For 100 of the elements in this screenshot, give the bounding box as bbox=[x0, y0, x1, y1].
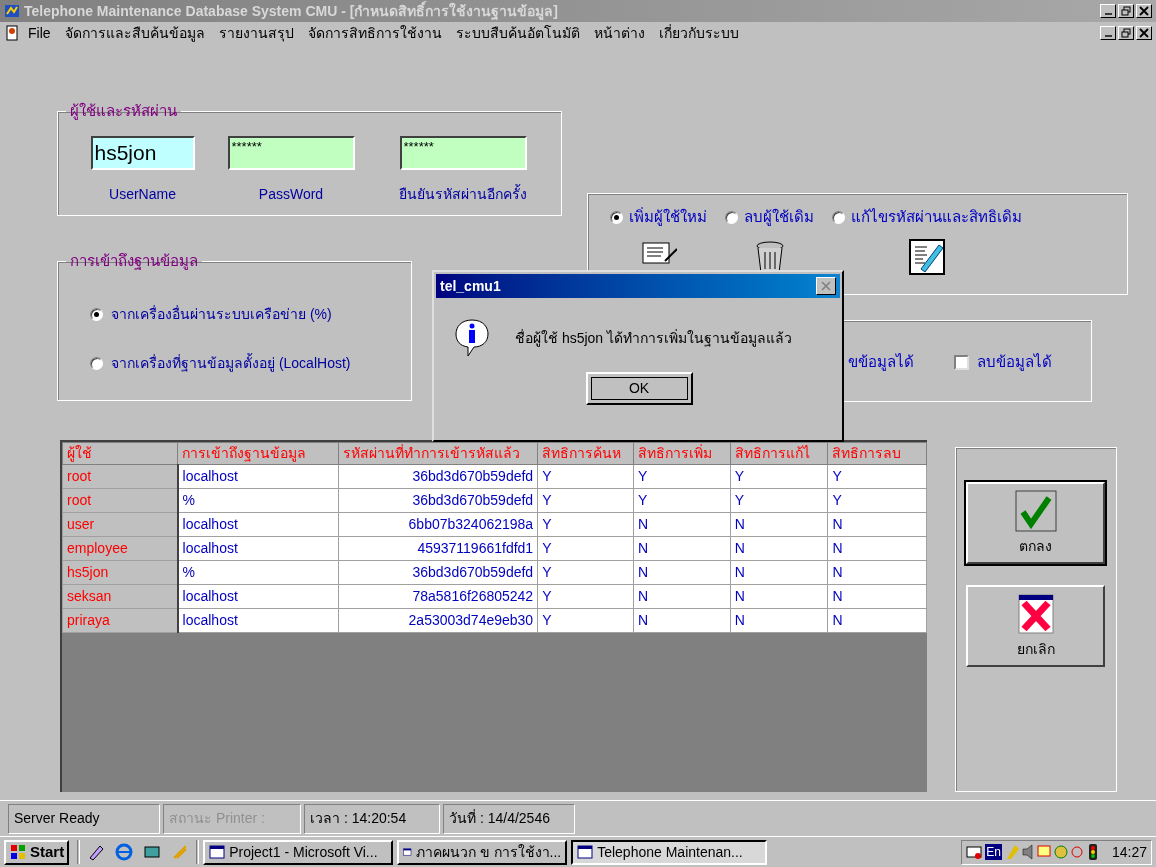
table-cell: root bbox=[62, 464, 178, 489]
table-cell: Y bbox=[537, 584, 634, 609]
column-header: รหัสผ่านที่ทำการเข้ารหัสแล้ว bbox=[338, 442, 538, 465]
menu-item[interactable]: เกี่ยวกับระบบ bbox=[658, 22, 739, 44]
action-button[interactable]: ตกลง bbox=[966, 482, 1105, 564]
table-cell: 6bb07b324062198a bbox=[338, 512, 538, 537]
table-cell: 78a5816f26805242 bbox=[338, 584, 538, 609]
table-cell: 45937119661fdfd1 bbox=[338, 536, 538, 561]
table-cell: Y bbox=[537, 464, 634, 489]
input-field[interactable]: ****** bbox=[227, 136, 355, 170]
close-button[interactable] bbox=[1136, 26, 1152, 40]
table-cell: N bbox=[633, 512, 731, 537]
table-cell: priraya bbox=[62, 608, 178, 633]
menu-item[interactable]: จัดการสิทธิการใช้งาน bbox=[307, 22, 442, 44]
table-cell: Y bbox=[633, 488, 731, 513]
field-label: ยืนยันรหัสผ่านอีกครั้ง bbox=[399, 184, 527, 204]
maximize-button[interactable] bbox=[1118, 4, 1134, 18]
document-icon bbox=[4, 25, 20, 41]
window-icon bbox=[577, 844, 594, 860]
table-cell: N bbox=[633, 536, 731, 561]
option-label: จากเครื่องอื่นผ่านระบบเครือข่าย (%) bbox=[111, 304, 332, 324]
radio-button[interactable] bbox=[610, 210, 623, 224]
status-panel: เวลา : 14:20:54 bbox=[304, 803, 440, 834]
table-cell: N bbox=[827, 536, 927, 561]
action-button[interactable]: ยกเลิก bbox=[966, 585, 1105, 667]
input-field[interactable]: ****** bbox=[399, 136, 527, 170]
table-cell: N bbox=[633, 584, 731, 609]
minimize-icon bbox=[1104, 35, 1112, 37]
minimize-button[interactable] bbox=[1100, 4, 1116, 18]
column-header: การเข้าถึงฐานข้อมูล bbox=[177, 442, 339, 465]
input-field[interactable]: hs5jon bbox=[90, 136, 195, 170]
column-header: สิทธิการแก้ไ bbox=[730, 442, 828, 465]
menu-item[interactable]: จัดการและสืบค้นข้อมูล bbox=[64, 22, 205, 44]
table-cell: N bbox=[827, 584, 927, 609]
edit-document-icon bbox=[909, 238, 945, 275]
window-title: Telephone Maintenance Database System CMU - [กำหนดสิทธิ์การใช้งานฐานข้อมูล] bbox=[24, 0, 559, 22]
information-icon bbox=[454, 318, 490, 358]
table-cell: seksan bbox=[62, 584, 178, 609]
option-label: ลบข้อมูลได้ bbox=[977, 352, 1052, 373]
close-icon bbox=[1139, 6, 1149, 16]
status-panel: Server Ready bbox=[8, 803, 160, 834]
group-title: การเข้าถึงฐานข้อมูล bbox=[69, 251, 199, 272]
minimize-icon bbox=[1104, 13, 1112, 15]
app-icon bbox=[4, 3, 20, 19]
option-label: เพิ่มผู้ใช้ใหม่ bbox=[629, 206, 707, 228]
table-cell: % bbox=[177, 560, 339, 585]
table-cell: N bbox=[730, 584, 828, 609]
table-cell: hs5jon bbox=[62, 560, 178, 585]
ok-button[interactable]: OK bbox=[585, 372, 693, 405]
taskbar-button[interactable]: Telephone Maintenan... bbox=[571, 839, 768, 865]
radio-button[interactable] bbox=[90, 308, 103, 321]
minimize-button[interactable] bbox=[1100, 26, 1116, 40]
taskbar-button[interactable]: ภาคผนวก ข การใช้งา... bbox=[397, 839, 568, 865]
table-cell: user bbox=[62, 512, 178, 537]
table-cell: Y bbox=[633, 464, 731, 489]
table-cell: localhost bbox=[177, 536, 339, 561]
table-cell: 36bd3d670b59defd bbox=[338, 464, 538, 489]
table-cell: N bbox=[730, 560, 828, 585]
table-cell: N bbox=[633, 560, 731, 585]
column-header: สิทธิการลบ bbox=[827, 442, 927, 465]
start-button[interactable]: Start bbox=[4, 839, 70, 865]
field-label: PassWord bbox=[258, 185, 324, 204]
option-label: ลบผู้ใช้เดิม bbox=[744, 207, 814, 228]
close-icon bbox=[821, 281, 831, 291]
window-icon bbox=[209, 844, 226, 860]
menu-item[interactable]: File bbox=[28, 22, 51, 44]
close-button[interactable] bbox=[816, 277, 836, 295]
menu-item[interactable]: หน้าต่าง bbox=[593, 22, 645, 44]
column-header: สิทธิการค้นห bbox=[537, 442, 634, 465]
close-button[interactable] bbox=[1136, 4, 1152, 18]
menu-item[interactable]: ระบบสืบค้นอัตโนมัติ bbox=[455, 22, 580, 44]
taskbar-button[interactable]: Project1 - Microsoft Vi... bbox=[203, 839, 394, 865]
edit-icon[interactable] bbox=[87, 843, 106, 861]
column-header: ผู้ใช้ bbox=[62, 442, 178, 465]
table-cell: N bbox=[730, 536, 828, 561]
table-cell: 2a53003d74e9eb30 bbox=[338, 608, 538, 633]
table-cell: localhost bbox=[177, 464, 339, 489]
table-cell: N bbox=[730, 608, 828, 633]
dialog-message: ชื่อผู้ใช้ hs5jon ได้ทำการเพิ่มในฐานข้อมูลแล้ว bbox=[515, 328, 793, 349]
table-cell: Y bbox=[827, 464, 927, 489]
table-cell: Y bbox=[730, 464, 828, 489]
table-cell: Y bbox=[537, 488, 634, 513]
option-label: ขข้อมูลได้ bbox=[848, 352, 914, 373]
table-cell: localhost bbox=[177, 584, 339, 609]
table-cell: Y bbox=[537, 560, 634, 585]
restore-icon bbox=[1121, 28, 1131, 38]
browser-icon[interactable] bbox=[115, 843, 134, 861]
checkbox[interactable] bbox=[954, 354, 969, 370]
menu-item[interactable]: รายงานสรุป bbox=[218, 22, 294, 44]
close-icon bbox=[1139, 28, 1149, 38]
radio-button[interactable] bbox=[90, 357, 103, 370]
field-label: UserName bbox=[109, 185, 176, 204]
table-cell: 36bd3d670b59defd bbox=[338, 560, 538, 585]
desktop-icon[interactable] bbox=[143, 843, 162, 861]
table-cell: N bbox=[730, 512, 828, 537]
language-indicator[interactable]: En bbox=[985, 844, 1002, 860]
table-cell: localhost bbox=[177, 608, 339, 633]
option-label: จากเครื่องที่ฐานข้อมูลตั้งอยู่ (LocalHost) bbox=[111, 353, 351, 374]
table-cell: Y bbox=[537, 536, 634, 561]
maximize-button[interactable] bbox=[1118, 26, 1134, 40]
